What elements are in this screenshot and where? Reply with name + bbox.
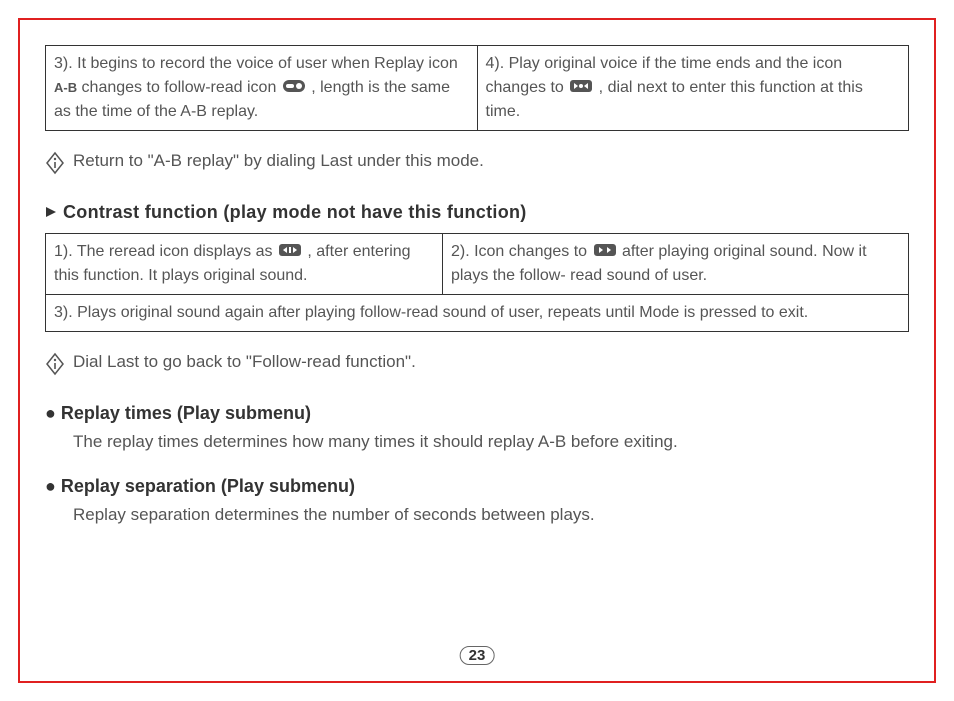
bullet-heading-replay-separation: ● Replay separation (Play submenu) <box>45 476 909 497</box>
table-cell: 1). The reread icon displays as , after … <box>46 234 443 295</box>
cell-text: changes to follow-read icon <box>77 79 281 96</box>
bullet-heading-replay-times: ● Replay times (Play submenu) <box>45 403 909 424</box>
table-cell: 3). Plays original sound again after pla… <box>46 295 909 332</box>
follow-read-icon <box>283 76 305 100</box>
tip-icon <box>45 352 65 381</box>
tip-text: Return to "A-B replay" by dialing Last u… <box>73 149 484 173</box>
cell-text: 2). Icon changes to <box>451 243 592 260</box>
playback-icon <box>570 76 592 100</box>
tip-note: Return to "A-B replay" by dialing Last u… <box>45 149 909 180</box>
table-follow-read: 3). It begins to record the voice of use… <box>45 45 909 131</box>
tip-text: Dial Last to go back to "Follow-read fun… <box>73 350 416 374</box>
section-heading-contrast: Contrast function (play mode not have th… <box>45 202 909 223</box>
table-row: 1). The reread icon displays as , after … <box>46 234 909 295</box>
reread-icon <box>279 240 301 264</box>
follow-read-playback-icon <box>594 240 616 264</box>
table-cell: 2). Icon changes to after playing origin… <box>442 234 908 295</box>
body-text: Replay separation determines the number … <box>73 501 909 528</box>
cell-text: 1). The reread icon displays as <box>54 243 277 260</box>
heading-text: Replay times (Play submenu) <box>61 403 311 423</box>
table-cell: 3). It begins to record the voice of use… <box>46 46 478 131</box>
tip-icon <box>45 151 65 180</box>
table-contrast: 1). The reread icon displays as , after … <box>45 233 909 332</box>
heading-text: Contrast function (play mode not have th… <box>63 202 527 222</box>
page-content: 3). It begins to record the voice of use… <box>45 45 909 656</box>
table-cell: 4). Play original voice if the time ends… <box>477 46 909 131</box>
table-row: 3). Plays original sound again after pla… <box>46 295 909 332</box>
body-text: The replay times determines how many tim… <box>73 428 909 455</box>
ab-replay-icon: A-B <box>54 80 77 95</box>
table-row: 3). It begins to record the voice of use… <box>46 46 909 131</box>
cell-text: 3). Plays original sound again after pla… <box>54 304 808 321</box>
cell-text: 3). It begins to record the voice of use… <box>54 55 458 72</box>
heading-text: Replay separation (Play submenu) <box>61 476 355 496</box>
triangle-bullet-icon <box>45 202 57 223</box>
page-number: 23 <box>460 646 495 665</box>
tip-note: Dial Last to go back to "Follow-read fun… <box>45 350 909 381</box>
